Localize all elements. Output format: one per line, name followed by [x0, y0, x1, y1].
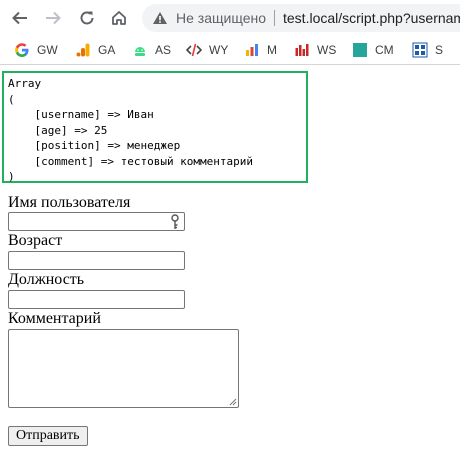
- bookmark-as[interactable]: AS: [132, 41, 171, 59]
- bookmark-wy[interactable]: WY: [186, 41, 228, 59]
- security-label[interactable]: Не защищено: [176, 10, 266, 26]
- bookmark-ga[interactable]: GA: [75, 41, 115, 59]
- grid-icon: [412, 42, 428, 58]
- address-separator: [274, 10, 275, 26]
- bookmarks-bar: GW GA AS WY M WS CM S: [0, 36, 460, 65]
- comment-label: Комментарий: [8, 310, 101, 327]
- array-dump: Array ( [username] => Иван [age] => 25 […: [8, 77, 254, 183]
- bookmark-label: GA: [98, 43, 116, 57]
- resize-handle-icon[interactable]: [229, 398, 237, 406]
- bookmark-label: M: [267, 43, 277, 57]
- warning-icon[interactable]: [152, 10, 168, 26]
- bookmark-gw[interactable]: GW: [14, 41, 58, 59]
- username-input[interactable]: [8, 212, 185, 231]
- bookmark-label: WS: [317, 43, 337, 57]
- position-label: Должность: [8, 271, 85, 288]
- bookmark-cm[interactable]: CM: [352, 41, 394, 59]
- reload-icon: [80, 11, 94, 25]
- forward-button[interactable]: [41, 6, 65, 30]
- bookmark-label: AS: [155, 43, 172, 57]
- android-icon: [132, 42, 148, 58]
- username-label: Имя пользователя: [8, 194, 131, 211]
- bookmark-s[interactable]: S: [412, 41, 443, 59]
- comment-textarea[interactable]: [8, 329, 239, 408]
- reload-button[interactable]: [75, 6, 99, 30]
- position-input[interactable]: [8, 290, 185, 309]
- browser-toolbar: Не защищено test.local/script.php?userna…: [0, 0, 460, 36]
- bookmark-label: WY: [209, 43, 229, 57]
- bookmark-label: S: [435, 43, 444, 57]
- age-input[interactable]: [8, 251, 185, 270]
- key-icon[interactable]: [169, 214, 181, 230]
- bar-chart-icon: [294, 42, 310, 58]
- arrow-right-icon: [46, 11, 61, 25]
- analytics-icon: [75, 42, 91, 58]
- bookmark-ws[interactable]: WS: [294, 41, 336, 59]
- bookmark-label: GW: [37, 43, 58, 57]
- submit-button[interactable]: Отправить: [8, 426, 88, 446]
- cm-icon: [352, 42, 368, 58]
- bookmark-m-icon: [244, 42, 260, 58]
- url-text[interactable]: test.local/script.php?usernam: [283, 10, 460, 26]
- back-button[interactable]: [8, 6, 32, 30]
- home-button[interactable]: [107, 6, 131, 30]
- bookmark-m[interactable]: M: [244, 41, 277, 59]
- user-form: Имя пользователя Возраст Должность Комме…: [8, 194, 239, 408]
- home-icon: [112, 11, 126, 25]
- google-icon: [14, 42, 30, 58]
- age-label: Возраст: [8, 232, 63, 249]
- bookmark-label: CM: [375, 43, 394, 57]
- arrow-left-icon: [12, 11, 27, 25]
- code-icon: [186, 42, 202, 58]
- address-bar[interactable]: Не защищено test.local/script.php?userna…: [142, 4, 460, 32]
